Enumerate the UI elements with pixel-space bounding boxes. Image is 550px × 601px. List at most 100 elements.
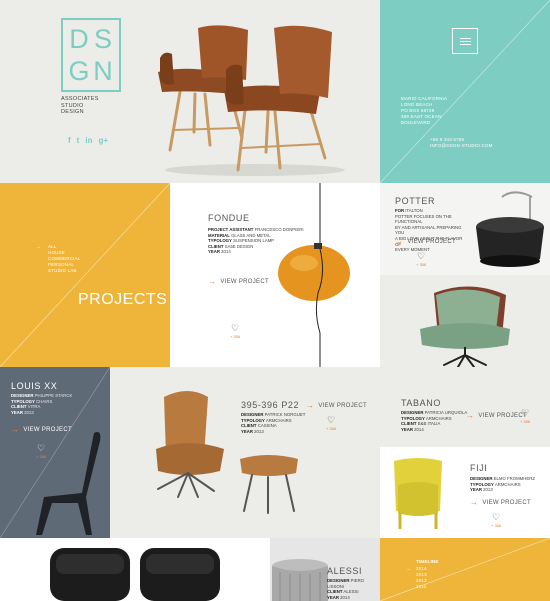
like-count: + 356 — [326, 426, 337, 431]
fondue-title: FONDUE — [208, 213, 250, 223]
alessi-product-image — [272, 559, 328, 601]
meta-row: BY AND ARTISANAL PREPARING YOU — [395, 224, 462, 236]
tagline: ASSOCIATES STUDIO DESIGN — [61, 96, 99, 116]
potter-card: POTTER FOR ITALTON POTTER FOCUSES ON THE… — [380, 183, 550, 275]
like-count: + 356 — [416, 262, 427, 267]
louis-title: LOUIS XX — [11, 381, 58, 391]
p22-title: 395-396 P22 — [241, 400, 300, 410]
potter-product-image — [476, 191, 544, 267]
tabano-image-panel — [380, 275, 550, 367]
tabano-armchair-image — [420, 286, 510, 367]
logo[interactable]: D S G N — [61, 18, 121, 92]
linkedin-icon[interactable]: in — [85, 136, 92, 145]
alessi-meta: DESIGNER PIERO LISSONI CLIENT ALESSI YEA… — [327, 578, 380, 600]
p22-like[interactable]: ♡ + 356 — [326, 415, 336, 431]
fiji-meta: DESIGNER ELMO FROMMHERZ TYPOLOGY ARMCHAI… — [470, 476, 535, 493]
tabano-card: TABANO DESIGNER PATRICIA URQUIOLA TYPOLO… — [380, 367, 550, 447]
email-link[interactable]: INFO@DSGN-STUDIO.COM — [430, 143, 493, 149]
meta-row: YEAR 2013 — [470, 487, 493, 493]
arrow-right-icon: → — [208, 277, 217, 286]
timeline-year-2014[interactable]: → 2014 — [406, 566, 427, 572]
logo-letter-g: G — [68, 56, 90, 86]
brand-panel: D S G N ASSOCIATES STUDIO DESIGN f t in … — [0, 0, 380, 183]
potter-like[interactable]: ♡ + 356 — [416, 251, 426, 267]
louis-card: LOUIS XX DESIGNER PHILIPPE STARCK TYPOLO… — [0, 367, 110, 538]
louis-meta: DESIGNER PHILIPPE STARCK TYPOLOGY CHAIRS… — [11, 393, 72, 415]
timeline-title: TIMELINE — [416, 559, 439, 564]
timeline-panel: TIMELINE → 2014 2013 2012 2011 — [380, 538, 550, 601]
fondue-card: FONDUE PROJECT ASSISTANT FRANCESCO DONPI… — [170, 183, 380, 367]
tabano-meta: DESIGNER PATRICIA URQUIOLA TYPOLOGY ARMC… — [401, 410, 467, 432]
fiji-like[interactable]: ♡ + 356 — [491, 512, 501, 528]
pendant-lamp-image — [278, 183, 350, 367]
meta-row: DESIGNER PIERO LISSONI — [327, 578, 365, 589]
logo-letter-n: N — [93, 56, 113, 86]
menu-icon-bar — [459, 43, 471, 45]
potter-meta: FOR ITALTON POTTER FOCUSES ON THE FUNCTI… — [395, 208, 467, 253]
tabano-title: TABANO — [401, 398, 441, 408]
meta-row: EVERY MOMENT — [395, 247, 430, 253]
fiji-view-project-link[interactable]: → VIEW PROJECT — [470, 498, 531, 507]
heart-icon: ♡ — [417, 251, 426, 261]
menu-icon-bar — [459, 40, 471, 42]
address-line: BOULEVARD — [401, 120, 431, 125]
arrow-right-icon: → — [466, 411, 475, 420]
tabano-view-project-link[interactable]: → VIEW PROJECT — [466, 411, 527, 420]
leather-chairs-image — [158, 25, 345, 176]
timeline-year-2011[interactable]: 2011 — [416, 584, 427, 590]
contact-panel: MARIO CALIFORNIA LONG BEACH PO BOX 68749… — [380, 0, 550, 183]
meta-row: POTTER FOCUSES ON THE FUNCTIONAL — [395, 213, 452, 225]
menu-icon-bar — [459, 37, 471, 39]
heart-icon: ♡ — [492, 512, 501, 522]
logo-letter-s: S — [93, 24, 112, 54]
heart-icon: ♡ — [521, 408, 530, 418]
projects-heading: PROJECTS — [78, 291, 168, 308]
projects-panel: → ALL HOUSE COMMERCIAL PERSONAL STUDIO LA… — [0, 183, 170, 367]
meta-row: YEAR 2013 — [241, 428, 264, 434]
heart-icon: ♡ — [231, 323, 240, 333]
filter-arrow-icon: → — [36, 244, 41, 249]
fondue-view-project-link[interactable]: → VIEW PROJECT — [208, 277, 269, 286]
timeline-years: → 2014 2013 2012 2011 — [406, 566, 427, 590]
potter-title: POTTER — [395, 196, 436, 206]
louis-chair-image — [36, 432, 101, 535]
p22-view-project-link[interactable]: → VIEW PROJECT — [306, 401, 367, 410]
like-count: + 356 — [491, 523, 502, 528]
fiji-title: FIJI — [470, 463, 488, 473]
meta-row: YEAR 2014 — [327, 594, 350, 600]
black-armchairs-image — [50, 548, 220, 601]
black-sofa-panel — [0, 538, 270, 601]
tagline-line: ASSOCIATES — [61, 96, 99, 102]
meta-row: YEAR 2013 — [11, 409, 34, 415]
like-count: + 356 — [520, 419, 531, 424]
contact-info: +56 8 343 6756 INFO@DSGN-STUDIO.COM — [430, 137, 493, 149]
diagonal-line — [0, 183, 170, 367]
social-links: f t in g+ — [68, 136, 108, 145]
potter-view-project-link[interactable]: → VIEW PROJECT — [395, 237, 456, 246]
tagline-line: DESIGN — [61, 109, 84, 115]
filter-list: → ALL HOUSE COMMERCIAL PERSONAL STUDIO LA… — [36, 244, 81, 274]
like-count: + 356 — [230, 334, 241, 339]
twitter-icon[interactable]: t — [77, 136, 80, 145]
fiji-card: FIJI DESIGNER ELMO FROMMHERZ TYPOLOGY AR… — [380, 447, 550, 538]
filter-studio-lab[interactable]: STUDIO LAB — [48, 268, 81, 274]
tabano-like[interactable]: ♡ + 356 — [520, 408, 530, 424]
menu-button[interactable] — [452, 28, 478, 54]
arrow-right-icon: → — [11, 425, 20, 434]
meta-row: YEAR 2014 — [401, 426, 424, 432]
filter-all[interactable]: → ALL — [36, 244, 81, 250]
facebook-icon[interactable]: f — [68, 136, 71, 145]
arrow-right-icon: → — [395, 237, 404, 246]
alessi-card: ALESSI DESIGNER PIERO LISSONI CLIENT ALE… — [270, 538, 380, 601]
fondue-like[interactable]: ♡ + 356 — [230, 323, 240, 339]
googleplus-icon[interactable]: g+ — [98, 136, 108, 145]
fiji-armchair-image — [394, 458, 442, 529]
p22-card: 395-396 P22 DESIGNER PATRICK NORGUET TYP… — [110, 367, 380, 538]
address: MARIO CALIFORNIA LONG BEACH PO BOX 68749… — [401, 96, 447, 126]
logo-letter-d: D — [69, 24, 89, 54]
p22-meta: DESIGNER PATRICK NORGUET TYPOLOGY ARMCHA… — [241, 412, 305, 434]
arrow-right-icon: → — [470, 498, 479, 507]
arrow-right-icon: → — [306, 401, 315, 410]
timeline-arrow-icon: → — [406, 566, 411, 571]
alessi-title: ALESSI — [327, 566, 363, 576]
